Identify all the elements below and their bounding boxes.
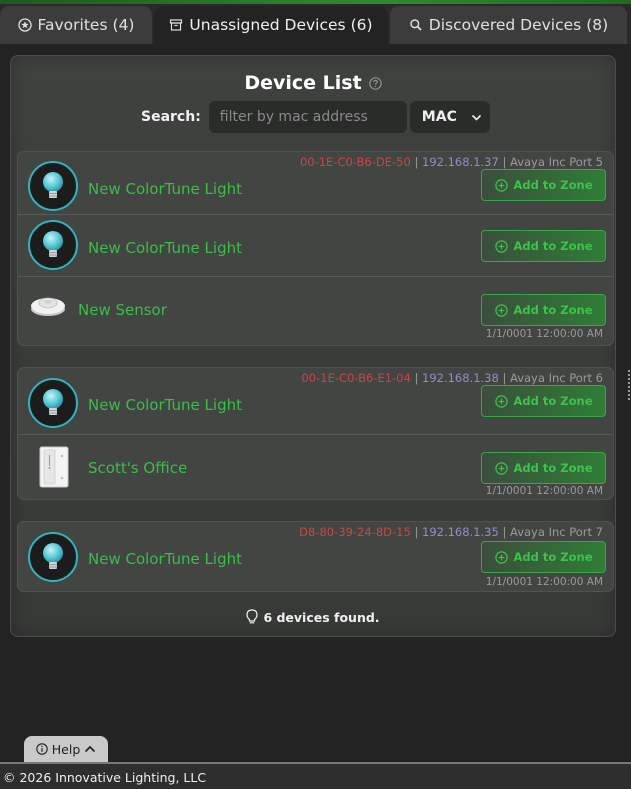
list-item[interactable]: D8-80-39-24-8D-15 | 192.168.1.35 | Avaya… <box>18 522 613 591</box>
network-info: 00-1E-C0-B6-DE-50 | 192.168.1.37 | Avaya… <box>299 155 603 169</box>
button-label: Add to Zone <box>513 550 593 564</box>
port-info: Avaya Inc Port 7 <box>510 525 603 539</box>
plus-circle-icon <box>494 461 508 475</box>
device-name[interactable]: New ColorTune Light <box>88 396 242 414</box>
device-list-panel: Device List Search: MAC 00-1E-C0-B6-DE-5… <box>10 55 616 637</box>
timestamp: 1/1/0001 12:00:00 AM <box>485 328 603 340</box>
button-label: Add to Zone <box>513 461 593 475</box>
device-name[interactable]: Scott's Office <box>88 459 187 477</box>
tab-count: (8) <box>586 16 609 34</box>
plus-circle-icon <box>494 303 508 317</box>
plus-circle-icon <box>494 550 508 564</box>
ip-address: 192.168.1.38 <box>422 371 499 385</box>
timestamp: 1/1/0001 12:00:00 AM <box>485 485 603 497</box>
ip-address: 192.168.1.35 <box>422 525 499 539</box>
tab-count: (6) <box>350 16 373 34</box>
device-name[interactable]: New Sensor <box>78 301 167 319</box>
add-to-zone-button[interactable]: Add to Zone <box>481 452 606 484</box>
plus-circle-icon <box>494 394 508 408</box>
tab-count: (4) <box>112 16 135 34</box>
device-group: D8-80-39-24-8D-15 | 192.168.1.35 | Avaya… <box>17 521 614 592</box>
mac-address: 00-1E-C0-B6-DE-50 <box>299 155 411 169</box>
plus-circle-icon <box>494 178 508 192</box>
add-to-zone-button[interactable]: Add to Zone <box>481 385 606 417</box>
port-info: Avaya Inc Port 6 <box>510 371 603 385</box>
search-input[interactable] <box>208 101 407 133</box>
add-to-zone-button[interactable]: Add to Zone <box>481 169 606 201</box>
device-name[interactable]: New ColorTune Light <box>88 239 242 257</box>
lightbulb-outline-icon <box>246 609 259 624</box>
ip-address: 192.168.1.37 <box>422 155 499 169</box>
tab-discovered-devices[interactable]: Discovered Devices (8) <box>390 6 627 44</box>
help-label: Help <box>51 741 81 757</box>
chevron-up-icon <box>85 745 96 753</box>
network-info: D8-80-39-24-8D-15 | 192.168.1.35 | Avaya… <box>299 525 603 539</box>
button-label: Add to Zone <box>513 394 593 408</box>
found-text: 6 devices found. <box>263 609 380 625</box>
scrollbar-grip[interactable] <box>628 370 630 400</box>
wall-switch-icon <box>38 446 70 488</box>
help-button[interactable]: Help <box>24 736 108 762</box>
bulb-icon <box>28 378 78 428</box>
page-title: Device List <box>244 72 362 94</box>
tab-label: Discovered Devices <box>428 16 582 34</box>
search-bar: Search: MAC <box>141 101 490 133</box>
footer: © 2026 Innovative Lighting, LLC <box>0 762 631 789</box>
tab-label: Favorites <box>37 16 108 34</box>
list-item[interactable]: 00-1E-C0-B6-E1-04 | 192.168.1.38 | Avaya… <box>18 368 613 434</box>
magnifier-icon <box>409 18 423 32</box>
search-label: Search: <box>141 109 201 125</box>
add-to-zone-button[interactable]: Add to Zone <box>481 541 606 573</box>
info-circle-icon <box>36 743 48 755</box>
device-group: 00-1E-C0-B6-E1-04 | 192.168.1.38 | Avaya… <box>17 367 614 500</box>
filter-field-select[interactable]: MAC <box>409 101 490 133</box>
device-count-status: 6 devices found. <box>11 609 615 625</box>
button-label: Add to Zone <box>513 239 593 253</box>
question-circle-icon[interactable] <box>368 76 382 90</box>
add-to-zone-button[interactable]: Add to Zone <box>481 294 606 326</box>
tab-favorites[interactable]: Favorites (4) <box>0 6 152 44</box>
mac-address: D8-80-39-24-8D-15 <box>299 525 411 539</box>
list-item[interactable]: New ColorTune Light Add to Zone <box>18 214 613 276</box>
chevron-down-icon <box>471 114 481 121</box>
bulb-icon <box>28 220 78 270</box>
add-to-zone-button[interactable]: Add to Zone <box>481 230 606 262</box>
plus-circle-icon <box>494 239 508 253</box>
device-name[interactable]: New ColorTune Light <box>88 550 242 568</box>
button-label: Add to Zone <box>513 178 593 192</box>
tab-unassigned-devices[interactable]: Unassigned Devices (6) <box>154 6 388 44</box>
list-item[interactable]: New Sensor Add to Zone 1/1/0001 12:00:00… <box>18 276 613 345</box>
button-label: Add to Zone <box>513 303 593 317</box>
sensor-icon <box>28 292 68 320</box>
bulb-icon <box>28 161 78 211</box>
tab-bar: Favorites (4) Unassigned Devices (6) Dis… <box>0 4 631 44</box>
port-info: Avaya Inc Port 5 <box>510 155 603 169</box>
device-name[interactable]: New ColorTune Light <box>88 180 242 198</box>
archive-box-icon <box>169 18 183 32</box>
panel-header: Device List <box>11 72 615 94</box>
mac-address: 00-1E-C0-B6-E1-04 <box>301 371 411 385</box>
star-circle-icon <box>17 18 32 32</box>
select-value: MAC <box>421 109 457 125</box>
device-group: 00-1E-C0-B6-DE-50 | 192.168.1.37 | Avaya… <box>17 151 614 346</box>
timestamp: 1/1/0001 12:00:00 AM <box>485 576 603 588</box>
list-item[interactable]: Scott's Office Add to Zone 1/1/0001 12:0… <box>18 434 613 499</box>
copyright-text: © 2026 Innovative Lighting, LLC <box>3 770 207 785</box>
network-info: 00-1E-C0-B6-E1-04 | 192.168.1.38 | Avaya… <box>301 371 603 385</box>
bulb-icon <box>28 532 78 582</box>
list-item[interactable]: 00-1E-C0-B6-DE-50 | 192.168.1.37 | Avaya… <box>18 152 613 214</box>
tab-label: Unassigned Devices <box>189 16 346 34</box>
